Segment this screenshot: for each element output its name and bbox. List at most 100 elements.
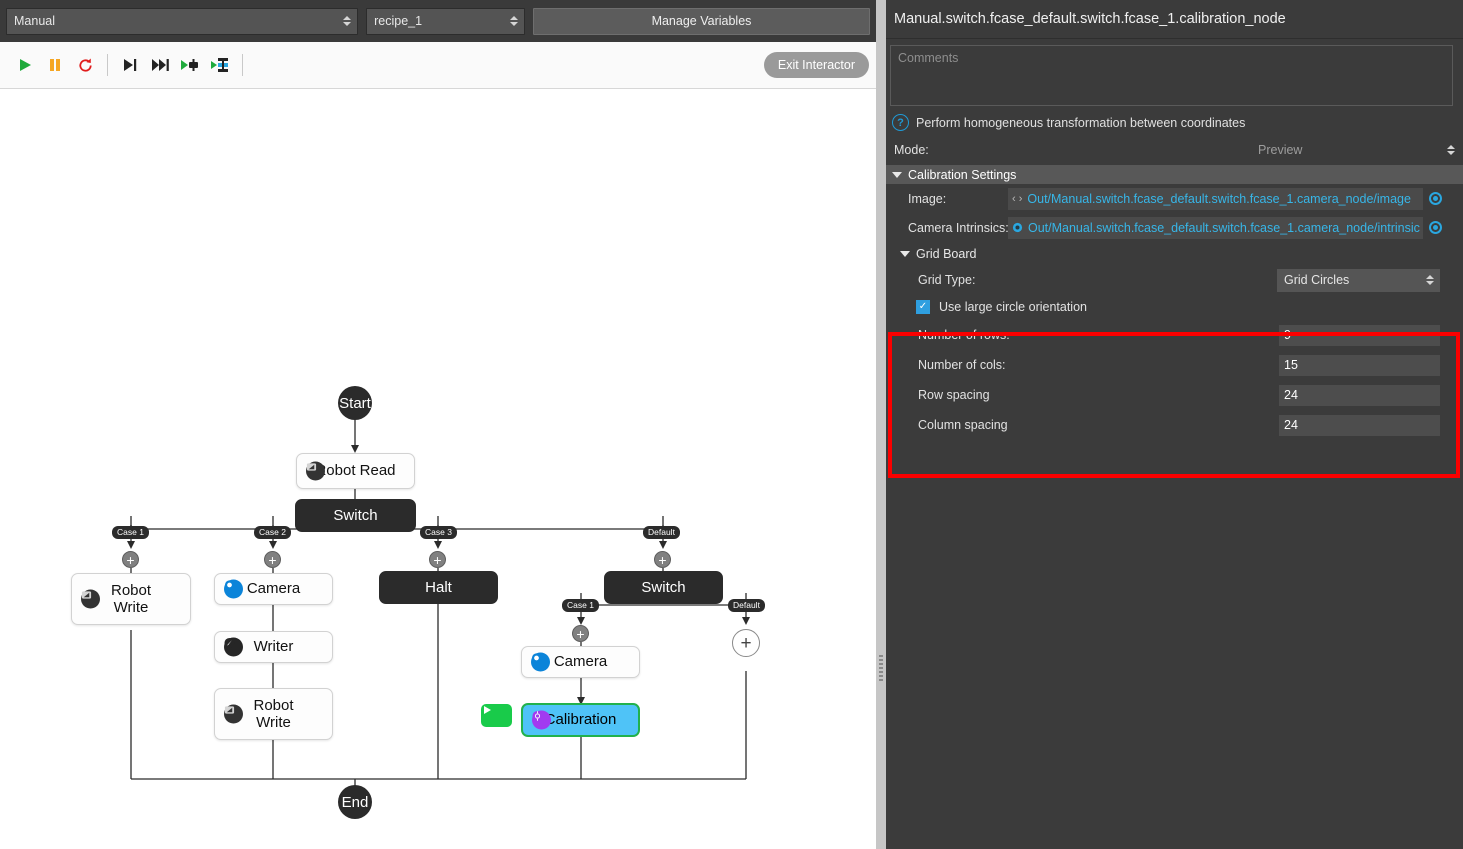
node-robot-read[interactable]: Robot Read — [296, 453, 415, 489]
exit-interactor-button[interactable]: Exit Interactor — [763, 52, 869, 78]
flow-editor-pane: Manual recipe_1 Manage Variables Exit In… — [0, 0, 876, 849]
triangle-down-icon — [892, 171, 902, 178]
run-to-node-icon — [181, 59, 198, 71]
use-large-circle-row: ✓ Use large circle orientation — [886, 294, 1463, 320]
flow-canvas[interactable]: Start Robot Read Switch Case 1 Case 2 Ca… — [0, 89, 876, 849]
run-to-node-button[interactable] — [175, 50, 205, 80]
node-camera-1[interactable]: Camera — [214, 573, 333, 605]
row-spacing-input[interactable]: 24 — [1279, 384, 1440, 406]
branch-label-case1[interactable]: Case 1 — [112, 526, 149, 539]
end-node-label: End — [341, 793, 369, 811]
playback-toolbar: Exit Interactor — [0, 42, 876, 89]
column-spacing-input[interactable]: 24 — [1279, 414, 1440, 436]
help-icon[interactable]: ? — [892, 114, 909, 131]
robot-icon — [81, 589, 100, 609]
camera-icon — [1012, 222, 1023, 233]
grid-type-select[interactable]: Grid Circles — [1277, 268, 1440, 292]
camera-intrinsics-label: Camera Intrinsics: — [908, 220, 1009, 235]
mode-select[interactable]: Preview — [1251, 139, 1461, 162]
column-spacing-row: Column spacing 24 — [886, 410, 1463, 440]
image-source-radio[interactable] — [1429, 192, 1442, 205]
play-icon — [20, 59, 31, 71]
branch-label-case2[interactable]: Case 2 — [254, 526, 291, 539]
node-switch-nested[interactable]: Switch — [604, 571, 723, 604]
run-node-button[interactable] — [481, 704, 512, 727]
grid-type-label: Grid Type: — [918, 273, 976, 287]
chevron-updown-icon — [1426, 275, 1434, 285]
add-node-button[interactable]: + — [122, 551, 139, 568]
image-value-field[interactable]: ‹ › Out/Manual.switch.fcase_default.swit… — [1008, 187, 1423, 210]
grid-board-header[interactable]: Grid Board — [886, 242, 1463, 266]
add-node-button[interactable]: + — [654, 551, 671, 568]
step-into-button[interactable] — [115, 50, 145, 80]
chevron-updown-icon — [509, 16, 518, 26]
use-large-circle-checkbox[interactable]: ✓ — [916, 300, 930, 314]
comments-input[interactable]: Comments — [890, 45, 1453, 106]
node-camera-2[interactable]: Camera — [521, 646, 640, 678]
mode-select[interactable]: Manual — [6, 7, 359, 35]
calibration-icon — [532, 710, 551, 730]
calibration-settings-header[interactable]: Calibration Settings — [886, 165, 1463, 184]
pane-splitter[interactable] — [876, 0, 886, 849]
pause-button[interactable] — [40, 50, 70, 80]
camera-intrinsics-value-field[interactable]: Out/Manual.switch.fcase_default.switch.f… — [1008, 216, 1423, 239]
writer-icon — [224, 637, 243, 657]
branch-label-nested-default[interactable]: Default — [728, 599, 765, 612]
run-button[interactable] — [10, 50, 40, 80]
step-over-icon — [151, 59, 169, 71]
add-node-placeholder[interactable]: + — [732, 629, 760, 657]
node-writer[interactable]: Writer — [214, 631, 333, 663]
branch-label-nested-case1[interactable]: Case 1 — [562, 599, 599, 612]
image-label: Image: — [908, 191, 947, 206]
link-arrows-icon: ‹ › — [1012, 192, 1023, 205]
add-node-button[interactable]: + — [264, 551, 281, 568]
node-label: Halt — [425, 578, 452, 596]
node-calibration[interactable]: Calibration — [521, 703, 640, 737]
mode-select-value: Manual — [14, 14, 55, 28]
grid-dimension-fields: Number of rows: 9 Number of cols: 15 Row… — [886, 320, 1463, 440]
run-from-node-button[interactable] — [205, 50, 235, 80]
branch-label-default[interactable]: Default — [643, 526, 680, 539]
node-description-row: ? Perform homogeneous transformation bet… — [886, 106, 1463, 135]
number-of-rows-label: Number of rows: — [918, 328, 1010, 342]
pause-icon — [50, 59, 60, 71]
grid-type-value: Grid Circles — [1284, 273, 1350, 287]
recipe-select-value: recipe_1 — [374, 14, 423, 28]
camera-icon — [531, 652, 550, 672]
chevron-updown-icon — [343, 16, 352, 26]
end-node[interactable]: End — [338, 785, 372, 819]
node-description: Perform homogeneous transformation betwe… — [916, 115, 1246, 130]
node-halt[interactable]: Halt — [379, 571, 498, 604]
image-row: Image: ‹ › Out/Manual.switch.fcase_defau… — [886, 184, 1463, 213]
node-robot-write-2[interactable]: Robot Write — [214, 688, 333, 740]
number-of-cols-input[interactable]: 15 — [1279, 354, 1440, 376]
chevron-updown-icon — [1447, 145, 1455, 155]
add-node-button[interactable]: + — [429, 551, 446, 568]
add-node-button[interactable]: + — [572, 625, 589, 642]
reset-button[interactable] — [70, 50, 100, 80]
number-of-cols-row: Number of cols: 15 — [886, 350, 1463, 380]
number-of-rows-input[interactable]: 9 — [1279, 324, 1440, 346]
grid-board-label: Grid Board — [916, 247, 977, 261]
play-icon — [484, 706, 491, 714]
camera-intrinsics-value: Out/Manual.switch.fcase_default.switch.f… — [1028, 220, 1420, 235]
node-switch-top[interactable]: Switch — [295, 499, 416, 532]
splitter-grip[interactable] — [879, 655, 883, 681]
node-label: Switch — [333, 506, 378, 524]
robot-icon — [224, 704, 243, 724]
recipe-select[interactable]: recipe_1 — [366, 7, 525, 35]
mode-select-value: Preview — [1258, 143, 1303, 157]
robot-icon — [306, 461, 325, 481]
mode-row: Mode: Preview — [886, 135, 1463, 165]
branch-label-case3[interactable]: Case 3 — [420, 526, 457, 539]
use-large-circle-label: Use large circle orientation — [939, 300, 1087, 314]
column-spacing-label: Column spacing — [918, 418, 1008, 432]
node-robot-write-1[interactable]: Robot Write — [71, 573, 191, 625]
start-node[interactable]: Start — [338, 386, 372, 420]
manage-variables-button[interactable]: Manage Variables — [532, 7, 870, 35]
step-over-button[interactable] — [145, 50, 175, 80]
camera-intrinsics-source-radio[interactable] — [1429, 221, 1442, 234]
node-label: Switch — [641, 578, 686, 596]
toolbar-divider — [242, 54, 243, 76]
camera-icon — [224, 579, 243, 599]
